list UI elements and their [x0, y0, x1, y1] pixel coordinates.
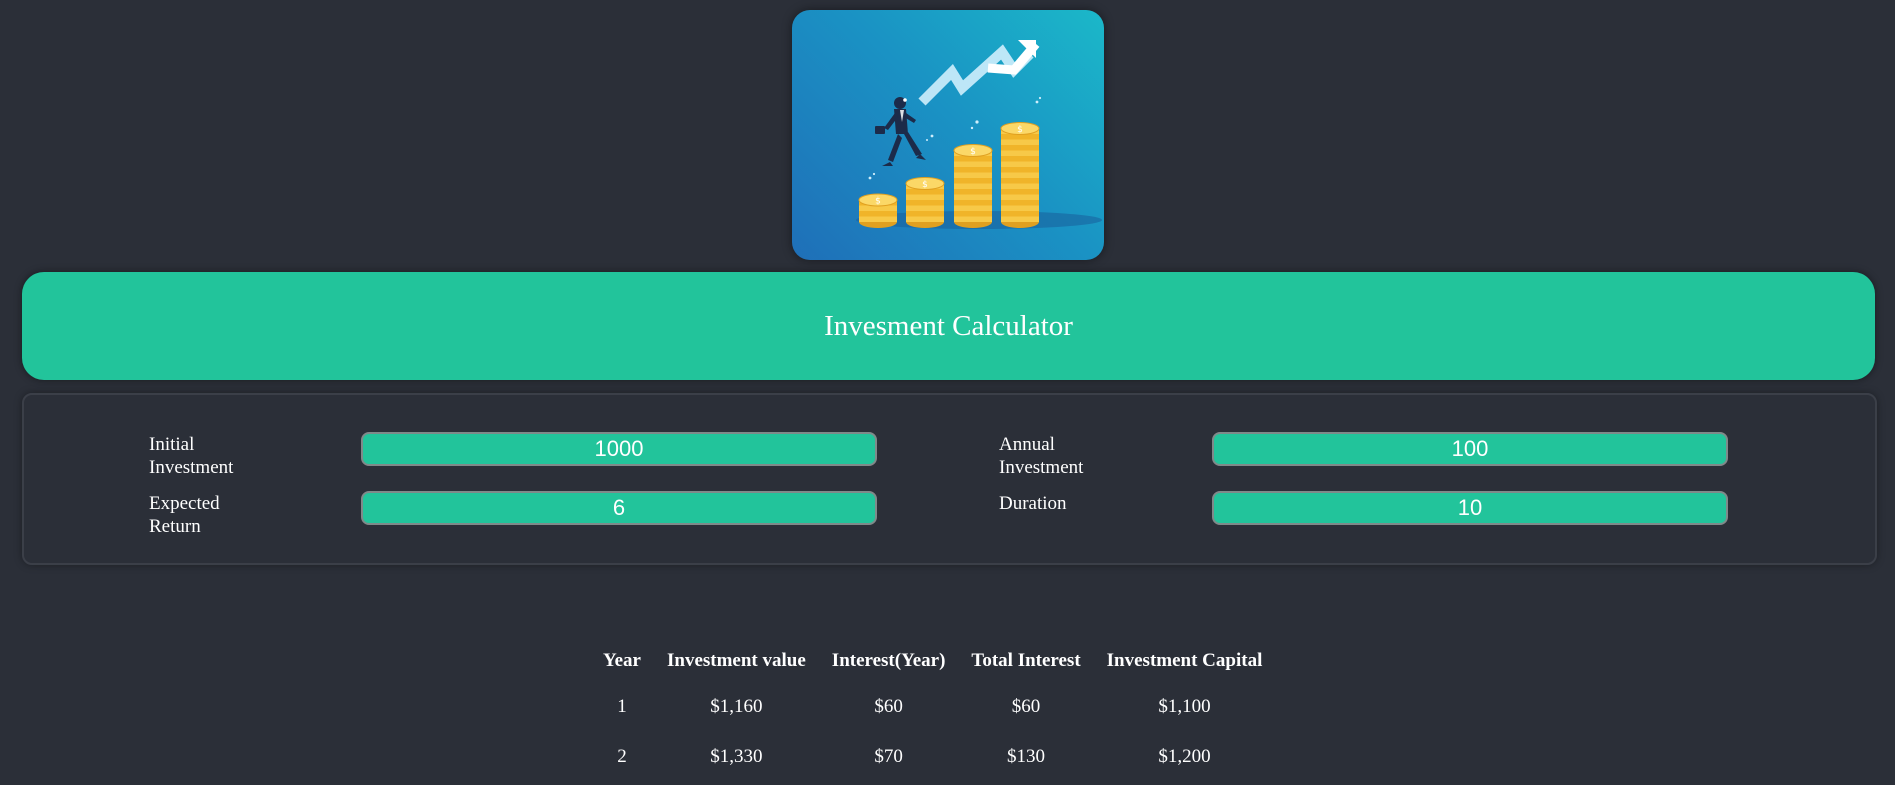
interest-year-cell: $60 [874, 696, 903, 717]
annual-investment-input[interactable] [1212, 432, 1728, 466]
hero-image: $ $ $ $ [792, 10, 1104, 260]
year-cell: 1 [617, 696, 627, 717]
investment-capital-cell: $1,100 [1158, 696, 1211, 717]
investment-value-cell: $1,160 [710, 696, 763, 717]
total-interest-cell: $60 [1011, 696, 1041, 717]
interest-year-cell: $70 [874, 746, 903, 767]
results-table: Year Investment value Interest(Year) Tot… [590, 640, 1275, 782]
svg-text:$: $ [970, 147, 976, 157]
initial-investment-input[interactable] [361, 432, 877, 466]
expected-return-input[interactable] [361, 491, 877, 525]
investment-value-column-header: Investment value [666, 650, 806, 671]
interest-year-column-header: Interest(Year) [831, 650, 946, 671]
input-panel: Initial Investment Annual Investment Exp… [22, 393, 1877, 565]
initial-investment-label: Initial Investment [149, 434, 234, 478]
year-column-header: Year [603, 650, 641, 671]
svg-text:$: $ [922, 180, 928, 190]
page-title: Invesment Calculator [824, 309, 1073, 342]
investment-growth-illustration: $ $ $ $ [856, 40, 1102, 229]
results-header-row: Year Investment value Interest(Year) Tot… [590, 640, 1275, 682]
app-header: Invesment Calculator [22, 272, 1875, 380]
year-cell: 2 [617, 746, 627, 767]
svg-text:$: $ [1017, 125, 1023, 135]
investment-value-cell: $1,330 [710, 746, 763, 767]
investment-capital-column-header: Investment Capital [1106, 650, 1263, 671]
duration-input[interactable] [1212, 491, 1728, 525]
annual-investment-label: Annual Investment [999, 434, 1084, 478]
total-interest-cell: $130 [1007, 746, 1046, 767]
total-interest-column-header: Total Interest [971, 650, 1081, 671]
table-row: 1 $1,160 $60 $60 $1,100 [590, 682, 1275, 732]
investment-capital-cell: $1,200 [1158, 746, 1211, 767]
svg-text:$: $ [875, 197, 881, 207]
expected-return-label: Expected Return [149, 493, 220, 537]
table-row: 2 $1,330 $70 $130 $1,200 [590, 732, 1275, 782]
duration-label: Duration [999, 493, 1067, 514]
